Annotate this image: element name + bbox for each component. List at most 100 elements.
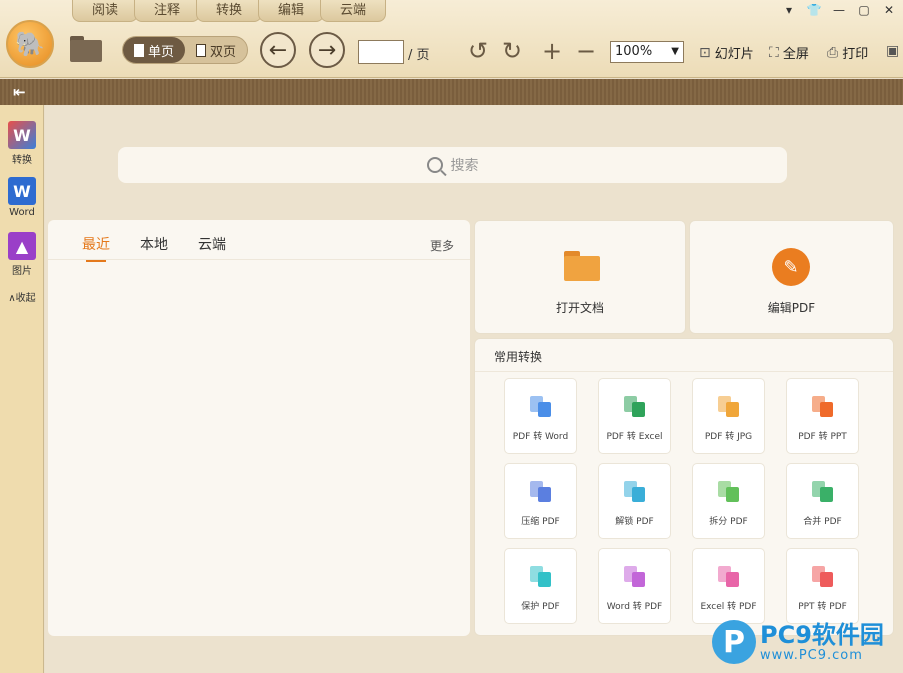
conversion-label: PDF 转 Word [512, 432, 569, 442]
conversion-label: Word 转 PDF [606, 602, 663, 612]
chevron-down-icon: ▼ [671, 46, 679, 57]
conversion-label: PPT 转 PDF [798, 602, 847, 612]
printer-icon: ⎙ [827, 44, 839, 61]
conversion-icon [812, 481, 834, 503]
divider [475, 371, 893, 372]
toolbar: 🐘 阅读 注释 转换 编辑 云端 ▾ 👕 — ▢ ✕ 单页 双页 ← → / 页… [0, 0, 903, 78]
conversion-tile[interactable]: PDF 转 PPT [786, 378, 859, 454]
minimize-icon[interactable]: — [831, 3, 847, 17]
slideshow-button[interactable]: ⊡ 幻灯片 [699, 43, 754, 63]
conversion-icon [624, 481, 646, 503]
conversion-label: PDF 转 JPG [704, 432, 753, 442]
left-rail: W 转换 W Word ▲ 图片 ∧收起 [0, 105, 44, 673]
word-icon: W [8, 177, 36, 205]
conversion-label: 压缩 PDF [521, 517, 560, 527]
conversion-icon [624, 566, 646, 588]
menu-tabs: 阅读 注释 转换 编辑 云端 [72, 0, 386, 22]
conversion-icon [718, 396, 740, 418]
conversion-tile[interactable]: 拆分 PDF [692, 463, 765, 539]
conversion-label: PDF 转 PPT [798, 432, 847, 442]
conversion-icon [812, 566, 834, 588]
conversion-icon [812, 396, 834, 418]
tab-recent[interactable]: 最近 [82, 234, 110, 262]
tab-local[interactable]: 本地 [140, 234, 168, 262]
conversion-tile[interactable]: Excel 转 PDF [692, 548, 765, 624]
image-icon: ▲ [8, 232, 36, 260]
zoom-in-icon[interactable]: + [542, 38, 562, 64]
rail-item-word[interactable]: W Word [0, 177, 44, 218]
conversion-icon [624, 396, 646, 418]
arrow-right-icon: → [317, 37, 337, 63]
slideshow-icon: ⊡ [699, 44, 711, 61]
conversion-tile[interactable]: 压缩 PDF [504, 463, 577, 539]
tab-cloud-files[interactable]: 云端 [198, 234, 226, 262]
conversion-icon [530, 481, 552, 503]
rail-collapse[interactable]: ∧收起 [0, 289, 44, 304]
pc9-logo-icon: P [712, 620, 756, 664]
conversion-tile[interactable]: 保护 PDF [504, 548, 577, 624]
fullscreen-button[interactable]: ⛶ 全屏 [769, 43, 809, 63]
zoom-out-icon[interactable]: − [576, 38, 596, 64]
search-icon [426, 157, 443, 173]
rail-item-convert[interactable]: W 转换 [0, 121, 44, 166]
conversion-tile[interactable]: PDF 转 Excel [598, 378, 671, 454]
tab-annotate[interactable]: 注释 [134, 0, 200, 22]
more-icon[interactable]: ▣ [886, 43, 899, 59]
double-page-button[interactable]: 双页 [185, 37, 247, 63]
single-page-button[interactable]: 单页 [123, 37, 185, 63]
conversion-label: PDF 转 Excel [606, 432, 663, 442]
tab-cloud[interactable]: 云端 [320, 0, 386, 22]
prev-page-button[interactable]: ← [260, 32, 296, 68]
maximize-icon[interactable]: ▢ [856, 3, 872, 17]
arrow-left-icon: ← [268, 37, 288, 63]
sidebar-toggle-strip: ⇤ [0, 79, 903, 105]
watermark: P PC9软件园 www.PC9.com [712, 620, 884, 664]
conversion-icon [718, 566, 740, 588]
recent-panel: 最近 本地 云端 更多 [48, 220, 470, 636]
skin-icon[interactable]: 👕 [806, 3, 822, 17]
pencil-icon: ✎ [772, 248, 810, 286]
tab-read[interactable]: 阅读 [72, 0, 138, 22]
common-conversions-panel: 常用转换 PDF 转 Word PDF 转 Excel PDF 转 JPG PDF 转… [474, 338, 894, 636]
double-page-icon [195, 43, 206, 57]
page-suffix-label: / 页 [408, 48, 430, 63]
print-button[interactable]: ⎙ 打印 [827, 43, 868, 63]
conversion-tile[interactable]: PPT 转 PDF [786, 548, 859, 624]
next-page-button[interactable]: → [309, 32, 345, 68]
conversion-tile[interactable]: PDF 转 Word [504, 378, 577, 454]
page-mode-toggle: 单页 双页 [122, 36, 248, 64]
zoom-select[interactable]: 100% ▼ [610, 41, 684, 63]
conversion-tile[interactable]: PDF 转 JPG [692, 378, 765, 454]
single-page-icon [133, 43, 144, 57]
section-title: 常用转换 [494, 350, 543, 364]
conversion-label: 保护 PDF [521, 602, 560, 612]
collapse-sidebar-icon[interactable]: ⇤ [13, 83, 26, 101]
dropdown-icon[interactable]: ▾ [781, 3, 797, 17]
edit-pdf-card[interactable]: ✎ 编辑PDF [689, 220, 894, 334]
open-document-card[interactable]: 打开文档 [474, 220, 686, 334]
open-folder-button[interactable] [70, 34, 104, 62]
start-page: 搜索 最近 本地 云端 更多 打开文档 ✎ 编辑PDF 常用转换 PDF 转 W… [45, 105, 903, 673]
more-link[interactable]: 更多 [430, 237, 454, 254]
rotate-left-icon[interactable]: ↺ [468, 38, 488, 64]
folder-open-icon [564, 251, 602, 281]
close-icon[interactable]: ✕ [881, 3, 897, 17]
pdf-to-word-icon: W [8, 121, 36, 149]
conversion-label: 拆分 PDF [709, 517, 748, 527]
conversion-label: 解锁 PDF [615, 517, 654, 527]
rail-item-image[interactable]: ▲ 图片 [0, 232, 44, 277]
conversion-tile[interactable]: 合并 PDF [786, 463, 859, 539]
window-controls: ▾ 👕 — ▢ ✕ [781, 3, 897, 17]
conversion-icon [530, 566, 552, 588]
tab-convert[interactable]: 转换 [196, 0, 262, 22]
divider [48, 259, 470, 260]
conversion-tile[interactable]: Word 转 PDF [598, 548, 671, 624]
tab-edit[interactable]: 编辑 [258, 0, 324, 22]
elephant-icon: 🐘 [15, 30, 45, 58]
conversion-tile[interactable]: 解锁 PDF [598, 463, 671, 539]
search-input[interactable]: 搜索 [118, 147, 787, 183]
conversion-label: Excel 转 PDF [700, 602, 757, 612]
app-logo[interactable]: 🐘 [6, 20, 54, 68]
rotate-right-icon[interactable]: ↻ [502, 38, 522, 64]
page-number-input[interactable] [358, 40, 404, 64]
